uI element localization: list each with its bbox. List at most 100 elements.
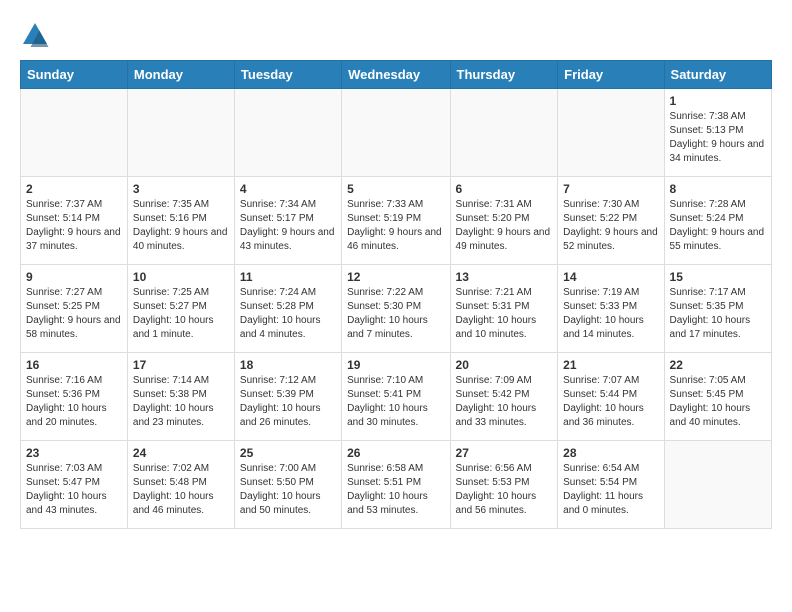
calendar-cell: 5 Sunrise: 7:33 AM Sunset: 5:19 PM Daylig…	[342, 177, 450, 265]
calendar-cell: 18Sunrise: 7:12 AM Sunset: 5:39 PM Dayli…	[234, 353, 341, 441]
calendar-week-row: 16 Sunrise: 7:16 AM Sunset: 5:36 PM Dayli…	[21, 353, 772, 441]
calendar-cell: 26 Sunrise: 6:58 AM Sunset: 5:51 PM Dayli…	[342, 441, 450, 529]
calendar-cell: 13Sunrise: 7:21 AM Sunset: 5:31 PM Dayli…	[450, 265, 558, 353]
calendar-cell: 10 Sunrise: 7:25 AM Sunset: 5:27 PM Dayli…	[127, 265, 234, 353]
calendar-cell: 19 Sunrise: 7:10 AM Sunset: 5:41 PM Dayli…	[342, 353, 450, 441]
calendar-cell: 1 Sunrise: 7:38 AM Sunset: 5:13 PM Daylig…	[664, 89, 771, 177]
weekday-header-tuesday: Tuesday	[234, 61, 341, 89]
day-number: 1	[670, 94, 766, 108]
day-info: Sunrise: 7:28 AM Sunset: 5:24 PM Dayligh…	[670, 198, 766, 254]
calendar-week-row: 1 Sunrise: 7:38 AM Sunset: 5:13 PM Daylig…	[21, 89, 772, 177]
calendar-cell	[234, 89, 341, 177]
day-info: Sunrise: 7:30 AM Sunset: 5:22 PM Dayligh…	[563, 198, 658, 254]
weekday-header-friday: Friday	[558, 61, 664, 89]
calendar-cell: 24 Sunrise: 7:02 AM Sunset: 5:48 PM Dayli…	[127, 441, 234, 529]
calendar-cell: 22 Sunrise: 7:05 AM Sunset: 5:45 PM Dayli…	[664, 353, 771, 441]
day-info: Sunrise: 7:07 AM Sunset: 5:44 PM Dayligh…	[563, 374, 658, 430]
calendar-week-row: 23 Sunrise: 7:03 AM Sunset: 5:47 PM Dayli…	[21, 441, 772, 529]
calendar-cell: 6 Sunrise: 7:31 AM Sunset: 5:20 PM Daylig…	[450, 177, 558, 265]
day-info: Sunrise: 7:16 AM Sunset: 5:36 PM Dayligh…	[26, 374, 122, 430]
day-number: 26	[347, 446, 444, 460]
day-info: Sunrise: 7:38 AM Sunset: 5:13 PM Dayligh…	[670, 110, 766, 166]
calendar-cell: 12 Sunrise: 7:22 AM Sunset: 5:30 PM Dayli…	[342, 265, 450, 353]
day-number: 17	[133, 358, 229, 372]
calendar-cell	[21, 89, 128, 177]
weekday-header-wednesday: Wednesday	[342, 61, 450, 89]
day-info: Sunrise: 7:09 AM Sunset: 5:42 PM Dayligh…	[456, 374, 553, 430]
day-number: 28	[563, 446, 658, 460]
calendar-cell: 17 Sunrise: 7:14 AM Sunset: 5:38 PM Dayli…	[127, 353, 234, 441]
day-info: Sunrise: 7:00 AM Sunset: 5:50 PM Dayligh…	[240, 462, 336, 518]
day-number: 3	[133, 182, 229, 196]
day-number: 25	[240, 446, 336, 460]
calendar-cell	[664, 441, 771, 529]
day-info: Sunrise: 7:17 AM Sunset: 5:35 PM Dayligh…	[670, 286, 766, 342]
weekday-header-monday: Monday	[127, 61, 234, 89]
calendar-cell: 23 Sunrise: 7:03 AM Sunset: 5:47 PM Dayli…	[21, 441, 128, 529]
day-number: 23	[26, 446, 122, 460]
calendar-cell: 11 Sunrise: 7:24 AM Sunset: 5:28 PM Dayli…	[234, 265, 341, 353]
day-number: 22	[670, 358, 766, 372]
day-number: 16	[26, 358, 122, 372]
day-info: Sunrise: 7:19 AM Sunset: 5:33 PM Dayligh…	[563, 286, 658, 342]
day-info: Sunrise: 6:56 AM Sunset: 5:53 PM Dayligh…	[456, 462, 553, 518]
day-number: 2	[26, 182, 122, 196]
calendar-cell: 28 Sunrise: 6:54 AM Sunset: 5:54 PM Dayli…	[558, 441, 664, 529]
page-header	[20, 20, 772, 50]
day-info: Sunrise: 6:54 AM Sunset: 5:54 PM Dayligh…	[563, 462, 658, 518]
day-number: 24	[133, 446, 229, 460]
calendar-cell: 15Sunrise: 7:17 AM Sunset: 5:35 PM Dayli…	[664, 265, 771, 353]
calendar-cell: 8 Sunrise: 7:28 AM Sunset: 5:24 PM Daylig…	[664, 177, 771, 265]
day-number: 6	[456, 182, 553, 196]
calendar-week-row: 9 Sunrise: 7:27 AM Sunset: 5:25 PM Daylig…	[21, 265, 772, 353]
day-info: Sunrise: 7:27 AM Sunset: 5:25 PM Dayligh…	[26, 286, 122, 342]
day-number: 20	[456, 358, 553, 372]
day-number: 4	[240, 182, 336, 196]
calendar-table: SundayMondayTuesdayWednesdayThursdayFrid…	[20, 60, 772, 529]
day-info: Sunrise: 7:25 AM Sunset: 5:27 PM Dayligh…	[133, 286, 229, 342]
day-info: Sunrise: 7:22 AM Sunset: 5:30 PM Dayligh…	[347, 286, 444, 342]
day-info: Sunrise: 7:37 AM Sunset: 5:14 PM Dayligh…	[26, 198, 122, 254]
day-info: Sunrise: 7:34 AM Sunset: 5:17 PM Dayligh…	[240, 198, 336, 254]
calendar-cell: 14 Sunrise: 7:19 AM Sunset: 5:33 PM Dayli…	[558, 265, 664, 353]
weekday-header-thursday: Thursday	[450, 61, 558, 89]
weekday-header-row: SundayMondayTuesdayWednesdayThursdayFrid…	[21, 61, 772, 89]
day-number: 8	[670, 182, 766, 196]
day-number: 10	[133, 270, 229, 284]
calendar-cell	[450, 89, 558, 177]
calendar-cell: 2 Sunrise: 7:37 AM Sunset: 5:14 PM Daylig…	[21, 177, 128, 265]
day-info: Sunrise: 7:14 AM Sunset: 5:38 PM Dayligh…	[133, 374, 229, 430]
day-number: 14	[563, 270, 658, 284]
day-number: 11	[240, 270, 336, 284]
day-info: Sunrise: 7:03 AM Sunset: 5:47 PM Dayligh…	[26, 462, 122, 518]
calendar-cell	[342, 89, 450, 177]
day-number: 5	[347, 182, 444, 196]
calendar-cell: 25 Sunrise: 7:00 AM Sunset: 5:50 PM Dayli…	[234, 441, 341, 529]
logo-icon	[20, 20, 50, 50]
day-info: Sunrise: 7:33 AM Sunset: 5:19 PM Dayligh…	[347, 198, 444, 254]
day-info: Sunrise: 6:58 AM Sunset: 5:51 PM Dayligh…	[347, 462, 444, 518]
day-info: Sunrise: 7:05 AM Sunset: 5:45 PM Dayligh…	[670, 374, 766, 430]
logo	[20, 20, 54, 50]
day-number: 12	[347, 270, 444, 284]
day-info: Sunrise: 7:02 AM Sunset: 5:48 PM Dayligh…	[133, 462, 229, 518]
weekday-header-sunday: Sunday	[21, 61, 128, 89]
day-number: 7	[563, 182, 658, 196]
calendar-cell: 21 Sunrise: 7:07 AM Sunset: 5:44 PM Dayli…	[558, 353, 664, 441]
calendar-cell	[558, 89, 664, 177]
day-number: 21	[563, 358, 658, 372]
calendar-week-row: 2 Sunrise: 7:37 AM Sunset: 5:14 PM Daylig…	[21, 177, 772, 265]
calendar-cell: 7 Sunrise: 7:30 AM Sunset: 5:22 PM Daylig…	[558, 177, 664, 265]
day-number: 19	[347, 358, 444, 372]
day-info: Sunrise: 7:31 AM Sunset: 5:20 PM Dayligh…	[456, 198, 553, 254]
day-info: Sunrise: 7:35 AM Sunset: 5:16 PM Dayligh…	[133, 198, 229, 254]
calendar-cell: 16 Sunrise: 7:16 AM Sunset: 5:36 PM Dayli…	[21, 353, 128, 441]
calendar-cell	[127, 89, 234, 177]
day-info: Sunrise: 7:10 AM Sunset: 5:41 PM Dayligh…	[347, 374, 444, 430]
day-number: 27	[456, 446, 553, 460]
day-number: 9	[26, 270, 122, 284]
day-info: Sunrise: 7:24 AM Sunset: 5:28 PM Dayligh…	[240, 286, 336, 342]
calendar-cell: 20 Sunrise: 7:09 AM Sunset: 5:42 PM Dayli…	[450, 353, 558, 441]
day-info: Sunrise: 7:21 AM Sunset: 5:31 PM Dayligh…	[456, 286, 553, 342]
day-number: 18	[240, 358, 336, 372]
